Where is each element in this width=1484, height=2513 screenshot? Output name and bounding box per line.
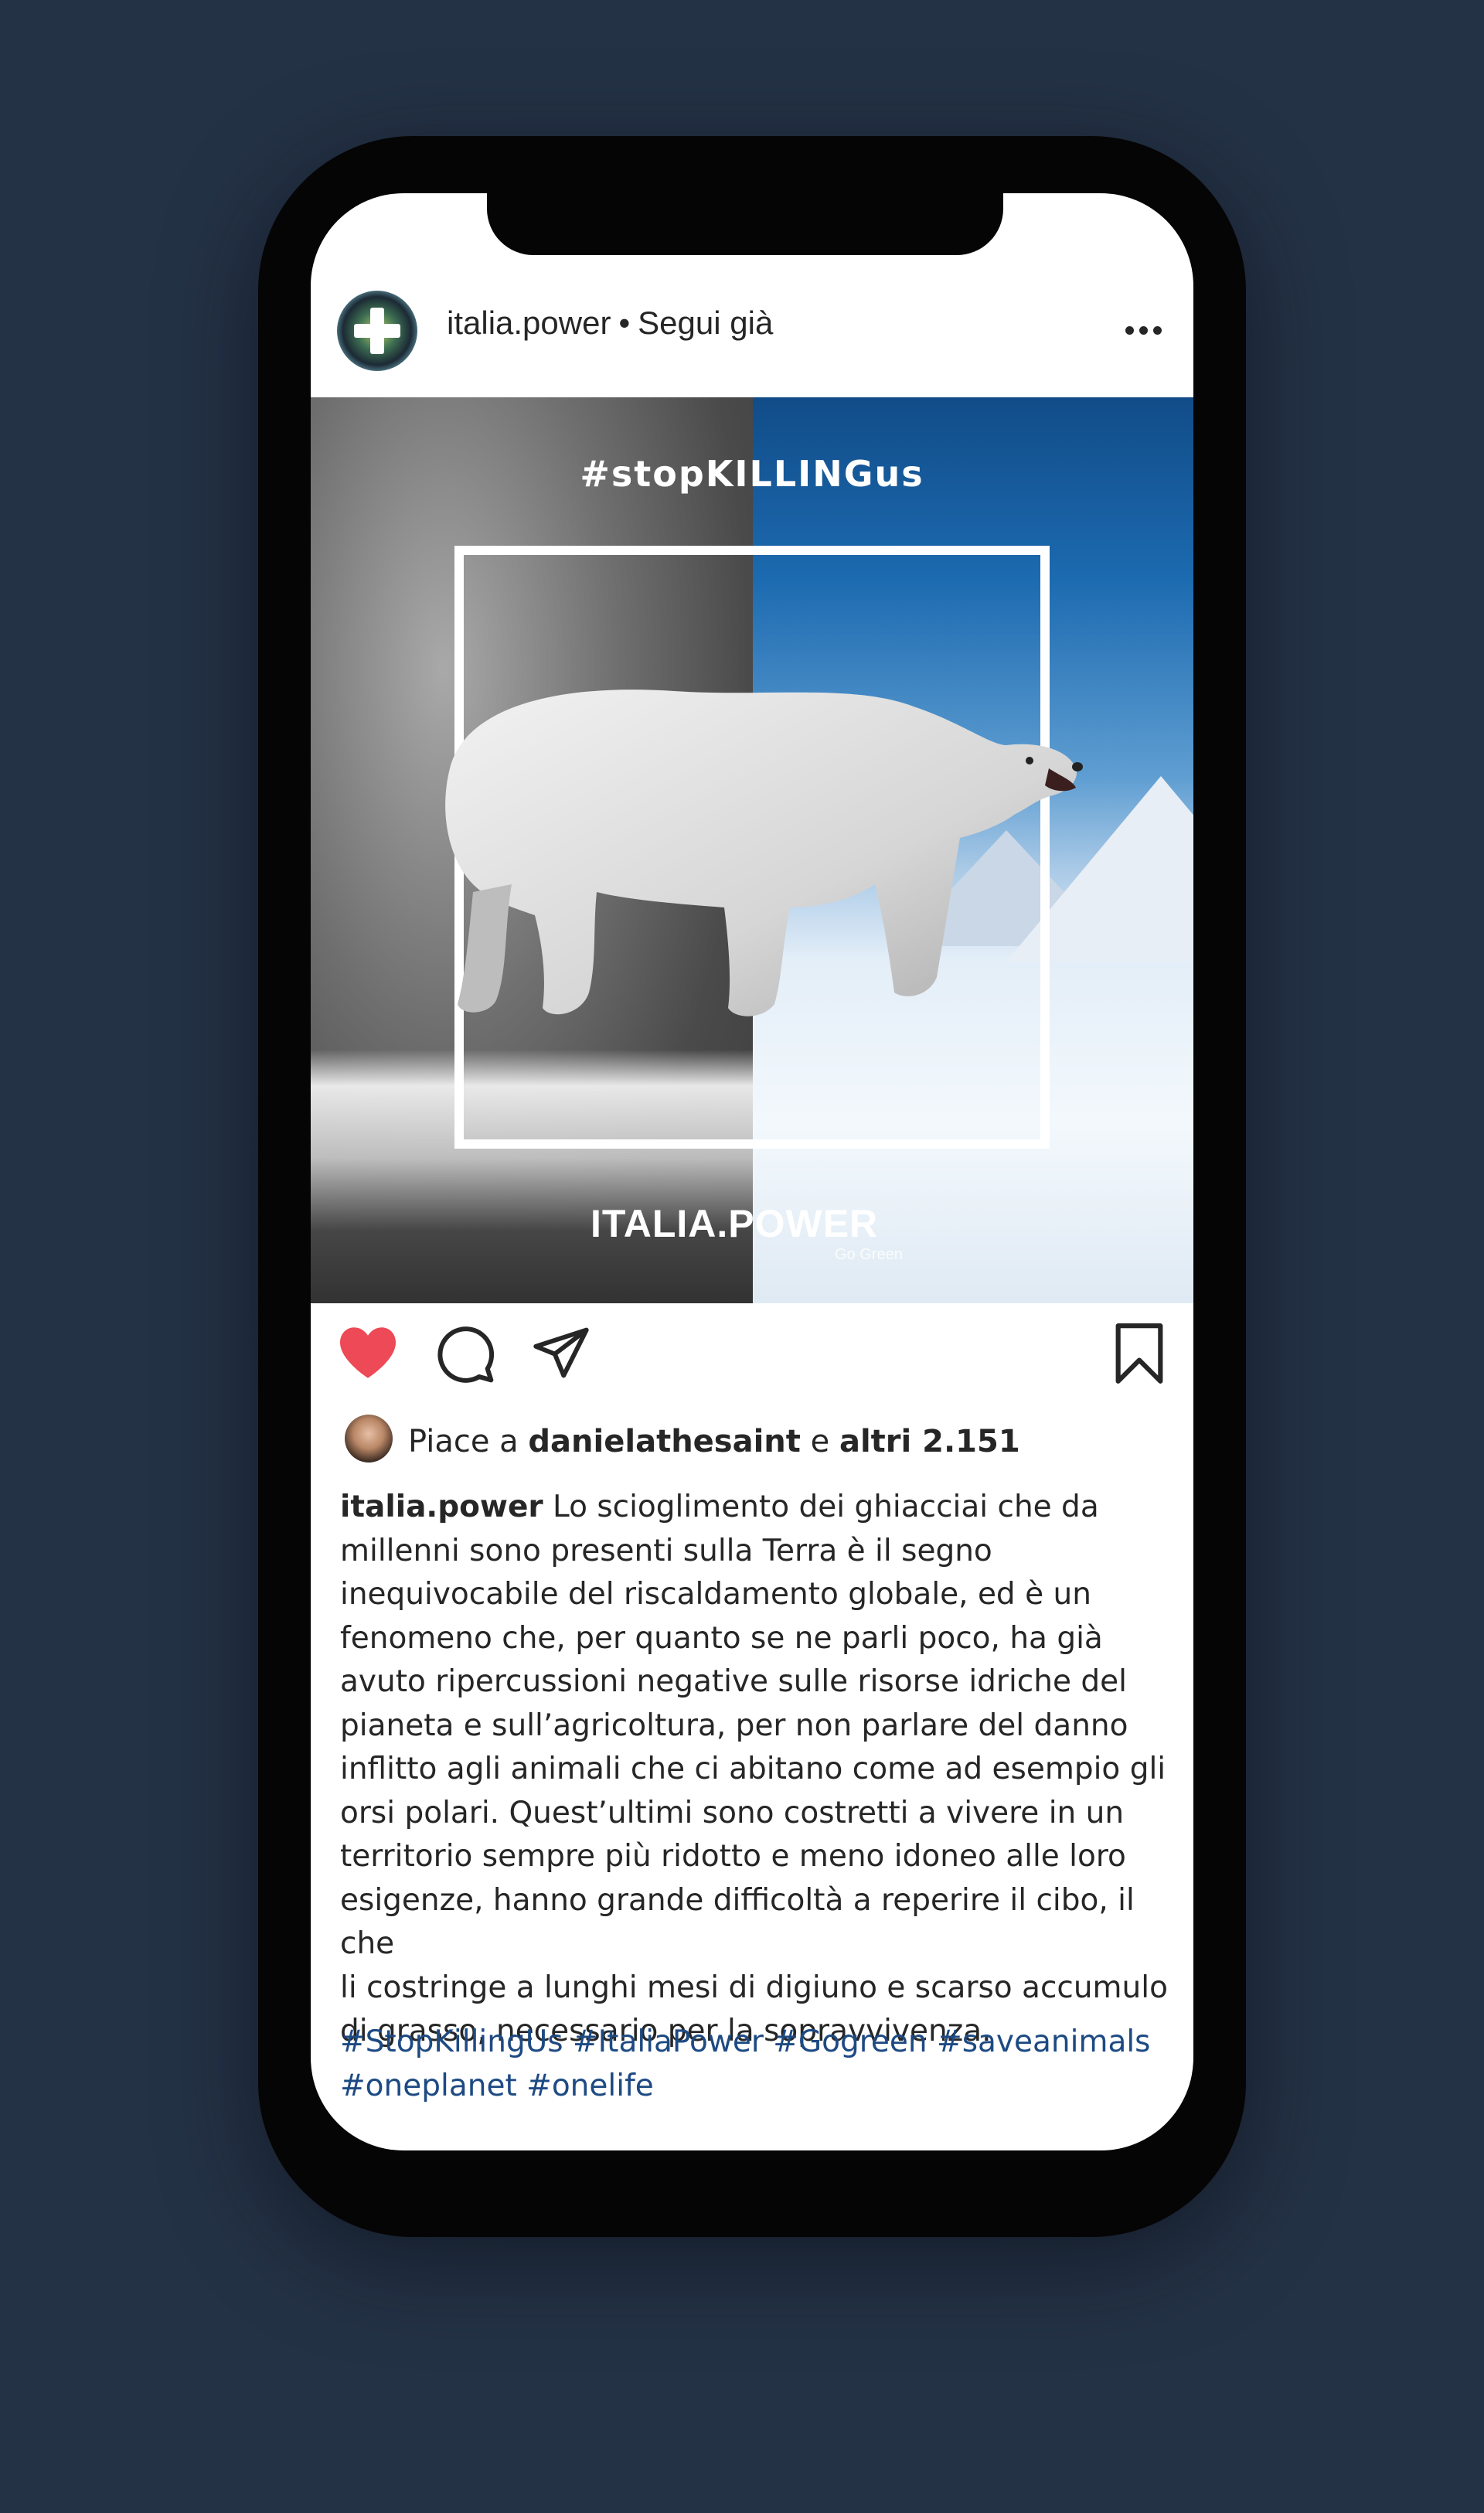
heart-filled-icon[interactable]: [337, 1325, 399, 1381]
caption-line: millenni sono presenti sulla Terra è il …: [340, 1533, 992, 1568]
likes-prefix: Piace a: [408, 1424, 519, 1459]
liker-username[interactable]: danielathesaint: [528, 1424, 800, 1459]
phone-notch: [487, 186, 1003, 255]
likes-summary: Piace a danielathesaint e altri 2.151: [311, 1415, 1193, 1476]
caption-line: li costringe a lunghi mesi di digiuno e …: [340, 1970, 1168, 2005]
liker-avatar[interactable]: [345, 1415, 393, 1463]
caption-line: avuto ripercussioni negative sulle risor…: [340, 1664, 1127, 1699]
caption-line: territorio sempre più ridotto e meno ido…: [340, 1839, 1126, 1874]
polar-bear-illustration: [445, 690, 1083, 1016]
phone-screen: italia.power • Segui già #stopKILLINGus …: [311, 193, 1193, 2150]
caption-username[interactable]: italia.power: [340, 1490, 543, 1524]
caption-line: pianeta e sull’agricoltura, per non parl…: [340, 1708, 1128, 1743]
hashtag-line[interactable]: #oneplanet #onelife: [340, 2065, 1175, 2109]
post-username[interactable]: italia.power: [447, 305, 611, 341]
likes-text: Piace a danielathesaint e altri 2.151: [408, 1424, 1020, 1459]
caption-line: italia.power Lo scioglimento dei ghiacci…: [340, 1490, 1099, 1524]
caption-line: orsi polari. Quest’ultimi sono costretti…: [340, 1795, 1125, 1830]
comment-icon[interactable]: [434, 1323, 496, 1385]
post-author-line: italia.power • Segui già: [447, 305, 773, 342]
follow-status[interactable]: Segui già: [638, 305, 773, 341]
separator-dot: •: [618, 305, 631, 341]
caption-line: esigenze, hanno grande difficoltà a repe…: [340, 1882, 1135, 1962]
image-brand-tagline: Go Green: [835, 1246, 903, 1263]
paper-plane-icon[interactable]: [530, 1325, 592, 1381]
profile-avatar[interactable]: [337, 291, 417, 371]
more-horizontal-icon[interactable]: [1125, 326, 1162, 335]
post-caption: italia.power Lo scioglimento dei ghiacci…: [340, 1486, 1175, 2054]
caption-line: inflitto agli animali che ci abitano com…: [340, 1752, 1166, 1786]
caption-line: fenomeno che, per quanto se ne parli poc…: [340, 1620, 1103, 1656]
post-actions-bar: [311, 1322, 1193, 1399]
image-hashtag-overlay: #stopKILLINGus: [580, 453, 924, 495]
image-brand-logo: ITALIA.POWER: [591, 1202, 879, 1245]
likes-others-count[interactable]: altri 2.151: [839, 1424, 1020, 1459]
post-header: italia.power • Segui già: [311, 278, 1193, 379]
caption-line: inequivocabile del riscaldamento globale…: [340, 1577, 1091, 1612]
post-image[interactable]: #stopKILLINGus ITALIA.POWER Go Green: [311, 397, 1193, 1303]
caption-hashtags: #StopKillingUs #ItaliaPower #Gogreen #sa…: [340, 2021, 1175, 2108]
bookmark-icon[interactable]: [1111, 1322, 1167, 1385]
avatar-cross-mark-h: [354, 324, 400, 338]
likes-connector: e: [810, 1424, 830, 1459]
hashtag-line[interactable]: #StopKillingUs #ItaliaPower #Gogreen #sa…: [340, 2021, 1175, 2065]
